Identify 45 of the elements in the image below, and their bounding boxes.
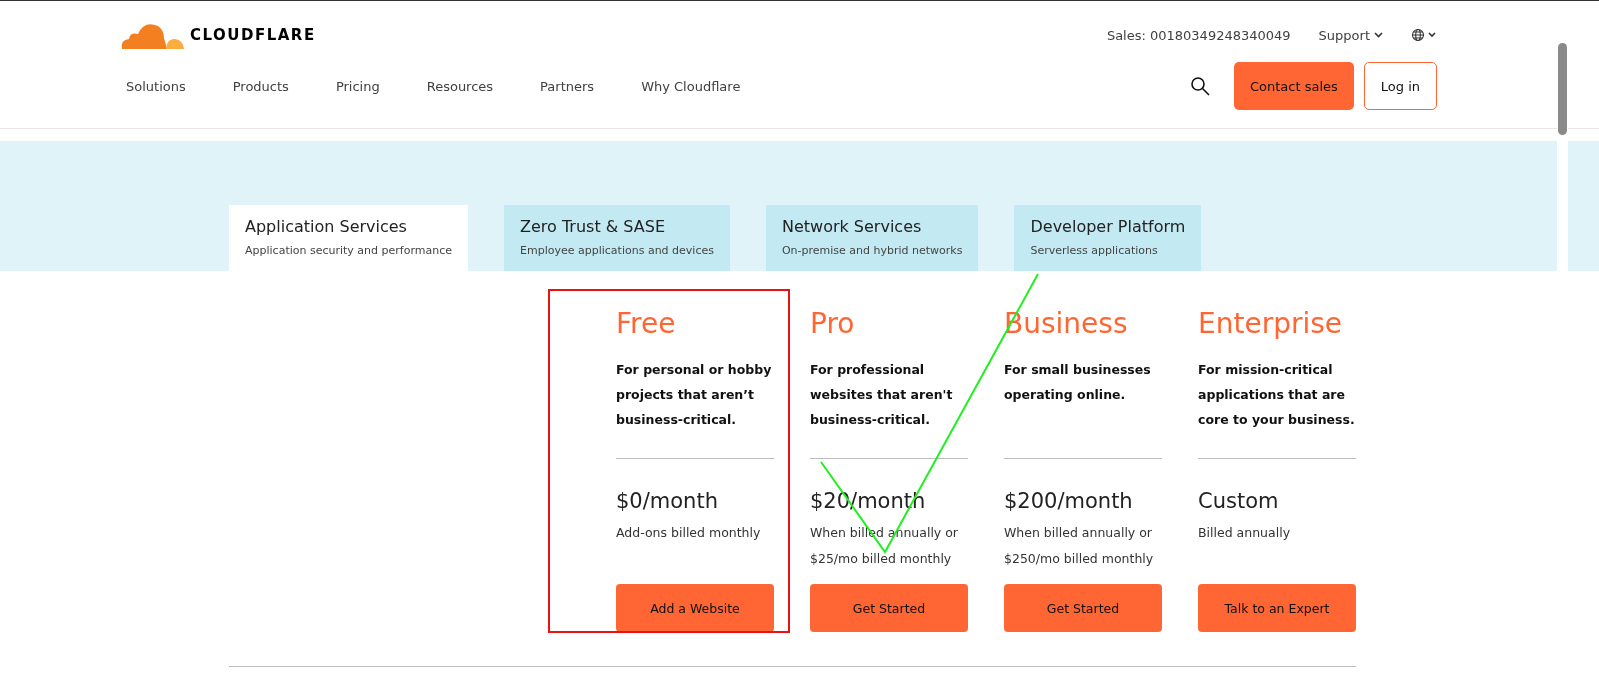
plan-button[interactable]: Get Started	[1004, 584, 1162, 632]
brand-name: CLOUDFLARE	[190, 26, 316, 44]
login-button[interactable]: Log in	[1363, 62, 1437, 110]
plan-name: Free	[616, 307, 677, 342]
chevron-down-icon	[1374, 32, 1383, 38]
sales-phone: Sales: 00180349248340049	[1106, 27, 1291, 43]
category-tab[interactable]: Network Services On-premise and hybrid networks	[765, 205, 979, 271]
search-icon[interactable]	[1189, 76, 1210, 96]
billing-note: $250/mo billed monthly	[1004, 550, 1155, 568]
plan-description: For small businesses operating online.	[1004, 361, 1152, 404]
tab-title: Application Services	[245, 217, 407, 236]
support-menu[interactable]: Support	[1318, 27, 1383, 43]
nav-link[interactable]: Pricing	[329, 78, 386, 94]
plan-price: $0/month	[616, 489, 719, 515]
tab-title: Network Services	[781, 217, 922, 236]
category-tab[interactable]: Developer Platform Serverless applications	[1014, 205, 1202, 271]
category-tab[interactable]: Zero Trust & SASE Employee applications and devices	[504, 205, 730, 271]
plan-button[interactable]: Get Started	[810, 584, 968, 632]
tab-subtitle: Employee applications and devices	[520, 244, 714, 257]
plan-description: For professional websites that aren't business-critical.	[810, 361, 954, 429]
plan-button[interactable]: Talk to an Expert	[1198, 584, 1356, 632]
tab-subtitle: On-premise and hybrid networks	[781, 244, 963, 257]
plan-price: $200/month	[1004, 489, 1134, 515]
category-tab[interactable]: Application Services Application security and performance	[229, 205, 468, 271]
billing-note: When billed annually or	[1004, 524, 1153, 542]
billing-note: Add-ons billed monthly	[616, 524, 762, 542]
billing-note: Billed annually	[1198, 524, 1292, 542]
plan-name: Pro	[810, 307, 856, 342]
nav-link[interactable]: Resources	[420, 78, 500, 94]
tab-title: Developer Platform	[1030, 217, 1186, 236]
plan-description: For mission-critical applications that are core to your business.	[1198, 361, 1356, 429]
tab-title: Zero Trust & SASE	[520, 217, 665, 236]
nav-link[interactable]: Why Cloudflare	[635, 78, 747, 94]
nav-link[interactable]: Products	[226, 78, 295, 94]
plan-name: Enterprise	[1198, 307, 1344, 342]
billing-note: $25/mo billed monthly	[810, 550, 953, 568]
tab-subtitle: Application security and performance	[245, 244, 452, 257]
plan-button[interactable]: Add a Website	[616, 584, 774, 632]
plan-description: For personal or hobby projects that aren’t business-critical.	[616, 361, 773, 429]
contact-sales-button[interactable]: Contact sales	[1233, 62, 1354, 110]
plan-price: Custom	[1198, 489, 1280, 515]
tab-subtitle: Serverless applications	[1030, 244, 1158, 257]
nav-link[interactable]: Solutions	[120, 78, 192, 94]
nav-link[interactable]: Partners	[534, 78, 601, 94]
globe-icon[interactable]	[1411, 28, 1437, 42]
